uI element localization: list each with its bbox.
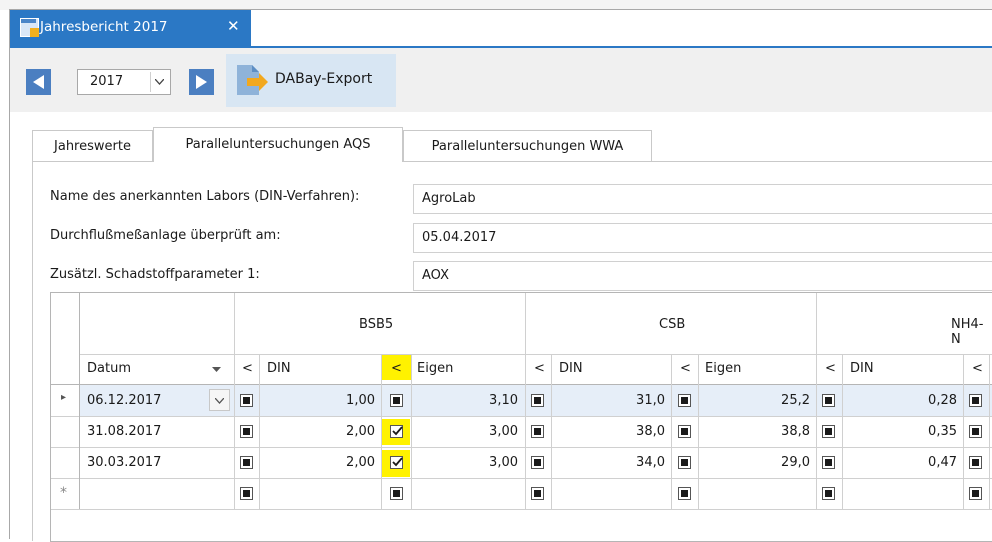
row3-nh4n-din[interactable]: 0,47 — [861, 455, 957, 470]
row3-bsb5-eigen[interactable]: 3,00 — [421, 455, 518, 470]
newrow-nh4n-din-lt-checkbox[interactable] — [822, 487, 835, 500]
column-header-bsb5-eigen-lt[interactable]: < — [391, 361, 402, 376]
row3-datum[interactable]: 30.03.2017 — [87, 455, 161, 470]
sort-dropdown-icon[interactable] — [212, 367, 221, 372]
calendar-icon — [20, 18, 39, 37]
row1-nh4n-eigen-lt-checkbox[interactable] — [969, 394, 982, 407]
durchfluss-date-field[interactable]: 05.04.2017 — [413, 223, 992, 253]
schadstoffparameter-label: Zusätzl. Schadstoffparameter 1: — [50, 267, 260, 282]
row2-bsb5-eigen-lt-checkbox[interactable] — [390, 425, 403, 438]
column-header-csb-din[interactable]: DIN — [559, 361, 583, 376]
chevron-down-icon[interactable] — [150, 72, 168, 92]
tab-label: Jahreswerte — [54, 139, 131, 154]
tab-label: Paralleluntersuchungen WWA — [431, 139, 624, 154]
row1-nh4n-din-lt-checkbox[interactable] — [822, 394, 835, 407]
row1-datum[interactable]: 06.12.2017 — [87, 393, 161, 408]
tab-panel: Name des anerkannten Labors (DIN-Verfahr… — [32, 161, 992, 542]
row3-bsb5-din[interactable]: 2,00 — [281, 455, 375, 470]
newrow-nh4n-eigen-lt-checkbox[interactable] — [969, 487, 982, 500]
column-header-datum[interactable]: Datum — [87, 361, 131, 376]
tab-container: Jahreswerte Paralleluntersuchungen AQS P… — [32, 127, 992, 542]
column-header-bsb5-eigen[interactable]: Eigen — [417, 361, 453, 376]
newrow-bsb5-eigen-lt-checkbox[interactable] — [390, 487, 403, 500]
row1-bsb5-din[interactable]: 1,00 — [281, 393, 375, 408]
tab-paralleluntersuchungen-aqs[interactable]: Paralleluntersuchungen AQS — [153, 127, 403, 162]
row2-csb-din[interactable]: 38,0 — [571, 424, 665, 439]
document-tab-title: Jahresbericht 2017 — [40, 19, 168, 35]
checkmark-icon — [392, 457, 403, 467]
column-header-csb-lt[interactable]: < — [534, 361, 545, 376]
checkmark-icon — [392, 426, 403, 436]
tab-jahreswerte[interactable]: Jahreswerte — [32, 130, 153, 161]
row2-nh4n-din[interactable]: 0,35 — [861, 424, 957, 439]
arrow-left-icon — [33, 75, 44, 89]
current-row-indicator: ▸ — [61, 392, 67, 403]
row3-nh4n-din-lt-checkbox[interactable] — [822, 456, 835, 469]
dabay-export-button[interactable]: DABay-Export — [226, 54, 396, 107]
previous-year-button[interactable] — [26, 69, 51, 95]
year-select-value: 2017 — [90, 74, 124, 89]
row1-csb-din[interactable]: 31,0 — [571, 393, 665, 408]
row3-csb-din-lt-checkbox[interactable] — [531, 456, 544, 469]
year-select[interactable]: 2017 — [77, 69, 171, 95]
tab-paralleluntersuchungen-wwa[interactable]: Paralleluntersuchungen WWA — [403, 130, 652, 161]
arrow-right-icon — [196, 75, 207, 89]
row1-bsb5-eigen-lt-checkbox[interactable] — [390, 394, 403, 407]
close-icon[interactable]: ✕ — [227, 17, 240, 35]
next-year-button[interactable] — [189, 69, 214, 95]
row3-csb-din[interactable]: 34,0 — [571, 455, 665, 470]
row2-csb-eigen[interactable]: 38,8 — [711, 424, 810, 439]
column-header-bsb5-lt[interactable]: < — [242, 361, 253, 376]
row2-bsb5-eigen[interactable]: 3,00 — [421, 424, 518, 439]
group-header-bsb5: BSB5 — [359, 317, 394, 332]
row2-datum[interactable]: 31.08.2017 — [87, 424, 161, 439]
parallel-results-grid: BSB5 CSB NH4-N Datum < DIN < Eigen < DIN… — [50, 292, 992, 542]
column-header-nh4n-din[interactable]: DIN — [850, 361, 874, 376]
column-header-nh4n-lt[interactable]: < — [825, 361, 836, 376]
row3-csb-eigen-lt-checkbox[interactable] — [678, 456, 691, 469]
row2-bsb5-din[interactable]: 2,00 — [281, 424, 375, 439]
document-tab[interactable]: Jahresbericht 2017 ✕ — [10, 10, 251, 46]
row1-date-picker-button[interactable] — [209, 389, 230, 411]
row1-bsb5-eigen[interactable]: 3,10 — [421, 393, 518, 408]
row1-bsb5-din-lt-checkbox[interactable] — [240, 394, 253, 407]
column-header-csb-eigen-lt[interactable]: < — [680, 361, 691, 376]
row3-bsb5-eigen-lt-checkbox[interactable] — [390, 456, 403, 469]
column-header-bsb5-din[interactable]: DIN — [267, 361, 291, 376]
group-header-csb: CSB — [659, 317, 686, 332]
row3-bsb5-din-lt-checkbox[interactable] — [240, 456, 253, 469]
row2-nh4n-eigen-lt-checkbox[interactable] — [969, 425, 982, 438]
row2-nh4n-din-lt-checkbox[interactable] — [822, 425, 835, 438]
row3-nh4n-eigen-lt-checkbox[interactable] — [969, 456, 982, 469]
chevron-down-icon — [215, 398, 224, 404]
newrow-bsb5-din-lt-checkbox[interactable] — [240, 487, 253, 500]
row1-csb-eigen-lt-checkbox[interactable] — [678, 394, 691, 407]
row1-csb-eigen[interactable]: 25,2 — [711, 393, 810, 408]
row2-csb-din-lt-checkbox[interactable] — [531, 425, 544, 438]
row1-nh4n-din[interactable]: 0,28 — [861, 393, 957, 408]
tab-label: Paralleluntersuchungen AQS — [185, 137, 371, 152]
schadstoffparameter-field[interactable]: AOX — [413, 261, 992, 291]
labor-field[interactable]: AgroLab — [413, 184, 992, 214]
toolbar: 2017 DABay-Export — [10, 48, 992, 112]
labor-label: Name des anerkannten Labors (DIN-Verfahr… — [50, 189, 360, 204]
export-document-icon — [237, 65, 268, 95]
newrow-csb-eigen-lt-checkbox[interactable] — [678, 487, 691, 500]
new-row-indicator: * — [60, 485, 67, 501]
column-header-csb-eigen[interactable]: Eigen — [705, 361, 741, 376]
row2-csb-eigen-lt-checkbox[interactable] — [678, 425, 691, 438]
column-header-nh4n-eigen-lt[interactable]: < — [972, 361, 983, 376]
group-header-nh4n: NH4-N — [951, 317, 984, 347]
durchfluss-label: Durchflußmeßanlage überprüft am: — [50, 228, 281, 243]
row3-csb-eigen[interactable]: 29,0 — [711, 455, 810, 470]
row2-bsb5-din-lt-checkbox[interactable] — [240, 425, 253, 438]
export-button-label: DABay-Export — [275, 71, 373, 87]
newrow-csb-din-lt-checkbox[interactable] — [531, 487, 544, 500]
row1-csb-din-lt-checkbox[interactable] — [531, 394, 544, 407]
